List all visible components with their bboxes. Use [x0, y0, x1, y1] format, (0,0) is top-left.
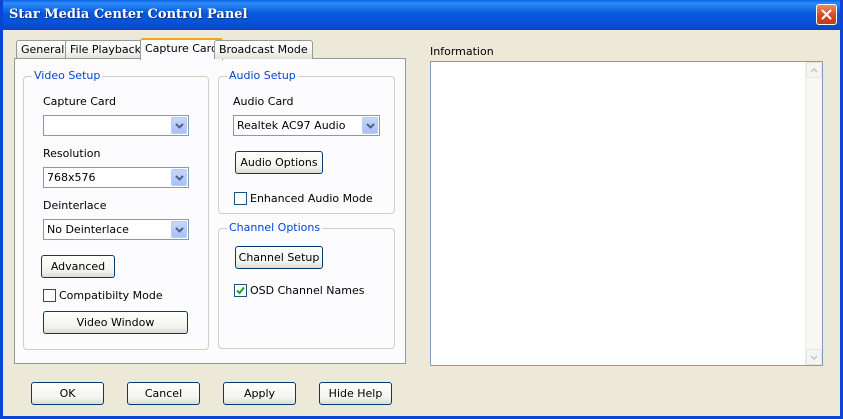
information-scrollbar[interactable]: [805, 62, 822, 365]
window-title: Star Media Center Control Panel: [9, 7, 248, 22]
tab-label: File Playback: [70, 43, 141, 56]
information-textbox[interactable]: [430, 61, 823, 366]
video-setup-group: Video Setup Capture Card Resolution 768x…: [23, 69, 209, 350]
ok-button[interactable]: OK: [31, 382, 104, 405]
deinterlace-value: No Deinterlace: [47, 223, 129, 236]
enhanced-audio-mode-label: Enhanced Audio Mode: [250, 192, 373, 205]
resolution-dropdown-button[interactable]: [171, 169, 187, 186]
resolution-select[interactable]: 768x576: [43, 167, 189, 188]
close-button[interactable]: [816, 4, 837, 25]
chevron-up-icon: [810, 67, 818, 73]
channel-setup-button[interactable]: Channel Setup: [235, 246, 323, 269]
close-icon: [821, 9, 832, 20]
chevron-down-icon: [810, 354, 818, 360]
chevron-down-icon: [174, 122, 184, 129]
deinterlace-label: Deinterlace: [43, 199, 107, 212]
capture-card-panel: Video Setup Capture Card Resolution 768x…: [14, 58, 406, 364]
enhanced-audio-mode-checkbox[interactable]: [234, 192, 247, 205]
information-label: Information: [430, 45, 494, 58]
tab-label: General: [21, 43, 65, 56]
audio-setup-group: Audio Setup Audio Card Realtek AC97 Audi…: [218, 69, 395, 214]
osd-channel-names-checkbox[interactable]: [234, 284, 247, 297]
audio-card-select[interactable]: Realtek AC97 Audio: [233, 115, 380, 136]
deinterlace-dropdown-button[interactable]: [171, 221, 187, 238]
tab-file-playback[interactable]: File Playback: [65, 40, 146, 59]
apply-button[interactable]: Apply: [223, 382, 296, 405]
compatibility-mode-label: Compatibilty Mode: [59, 289, 163, 302]
chevron-down-icon: [365, 122, 375, 129]
scroll-up-button[interactable]: [806, 62, 822, 78]
video-setup-legend: Video Setup: [32, 69, 103, 82]
chevron-down-icon: [174, 226, 184, 233]
tab-general[interactable]: General: [16, 40, 70, 59]
control-panel-window: Star Media Center Control Panel General …: [0, 0, 843, 419]
advanced-button[interactable]: Advanced: [41, 255, 115, 278]
scroll-down-button[interactable]: [806, 349, 822, 365]
capture-card-select[interactable]: [43, 115, 189, 136]
tab-capture-card[interactable]: Capture Card: [140, 38, 223, 60]
title-bar[interactable]: Star Media Center Control Panel: [3, 0, 840, 30]
osd-channel-names-label: OSD Channel Names: [250, 284, 365, 297]
channel-options-legend: Channel Options: [227, 221, 323, 234]
channel-options-group: Channel Options Channel Setup OSD Channe…: [218, 221, 395, 349]
audio-card-value: Realtek AC97 Audio: [237, 119, 346, 132]
cancel-button[interactable]: Cancel: [127, 382, 200, 405]
audio-setup-legend: Audio Setup: [227, 69, 298, 82]
resolution-label: Resolution: [43, 147, 101, 160]
compatibility-mode-checkbox[interactable]: [43, 289, 56, 302]
capture-card-label: Capture Card: [43, 95, 116, 108]
chevron-down-icon: [174, 174, 184, 181]
video-window-button[interactable]: Video Window: [43, 311, 188, 334]
tab-broadcast-mode[interactable]: Broadcast Mode: [214, 40, 313, 59]
tab-label: Broadcast Mode: [219, 43, 308, 56]
resolution-value: 768x576: [47, 171, 96, 184]
audio-card-label: Audio Card: [233, 95, 294, 108]
tab-label: Capture Card: [145, 42, 218, 55]
deinterlace-select[interactable]: No Deinterlace: [43, 219, 189, 240]
audio-options-button[interactable]: Audio Options: [235, 151, 323, 174]
capture-card-dropdown-button[interactable]: [171, 117, 187, 134]
checkmark-icon: [236, 286, 245, 295]
hide-help-button[interactable]: Hide Help: [319, 382, 392, 405]
audio-card-dropdown-button[interactable]: [362, 117, 378, 134]
